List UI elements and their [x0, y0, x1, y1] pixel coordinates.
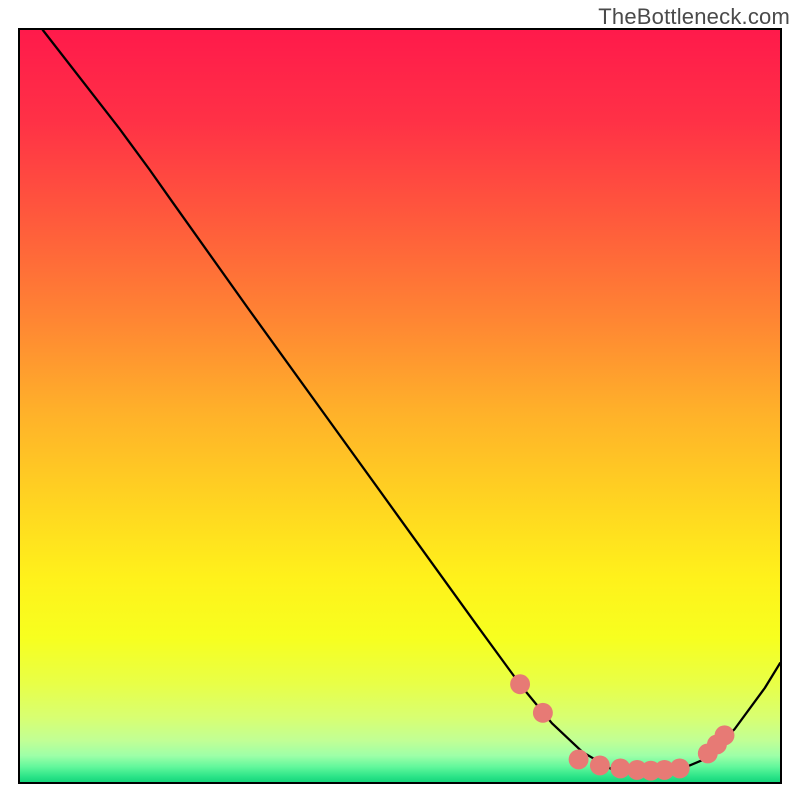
trough-marker: [670, 759, 690, 779]
trough-marker: [510, 674, 530, 694]
plot-area: [18, 28, 782, 784]
attribution-text: TheBottleneck.com: [598, 4, 790, 30]
trough-marker: [715, 725, 735, 745]
bottleneck-curve: [43, 30, 780, 774]
trough-marker: [533, 703, 553, 723]
chart-overlay: [20, 30, 780, 782]
trough-marker: [569, 749, 589, 769]
trough-markers: [510, 674, 734, 780]
chart-frame: TheBottleneck.com: [0, 0, 800, 800]
trough-marker: [590, 756, 610, 776]
